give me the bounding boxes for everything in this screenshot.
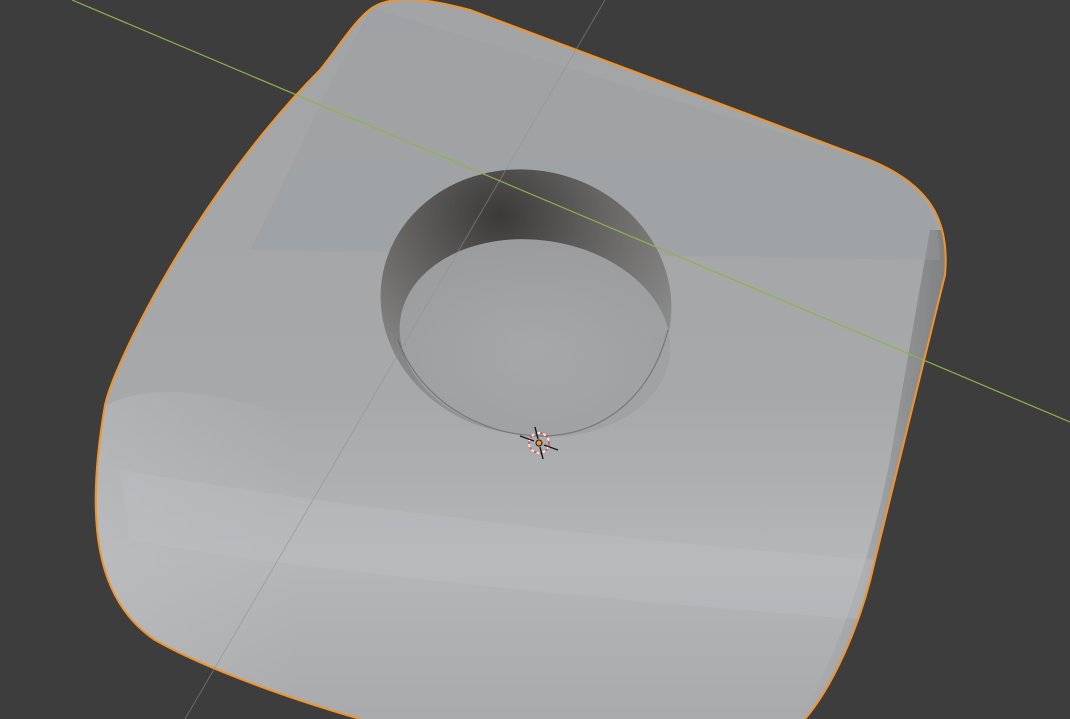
rounded-cube-object[interactable] xyxy=(90,0,1000,719)
3d-viewport[interactable] xyxy=(0,0,1070,719)
viewport-canvas[interactable] xyxy=(0,0,1070,719)
object-origin xyxy=(535,439,543,447)
